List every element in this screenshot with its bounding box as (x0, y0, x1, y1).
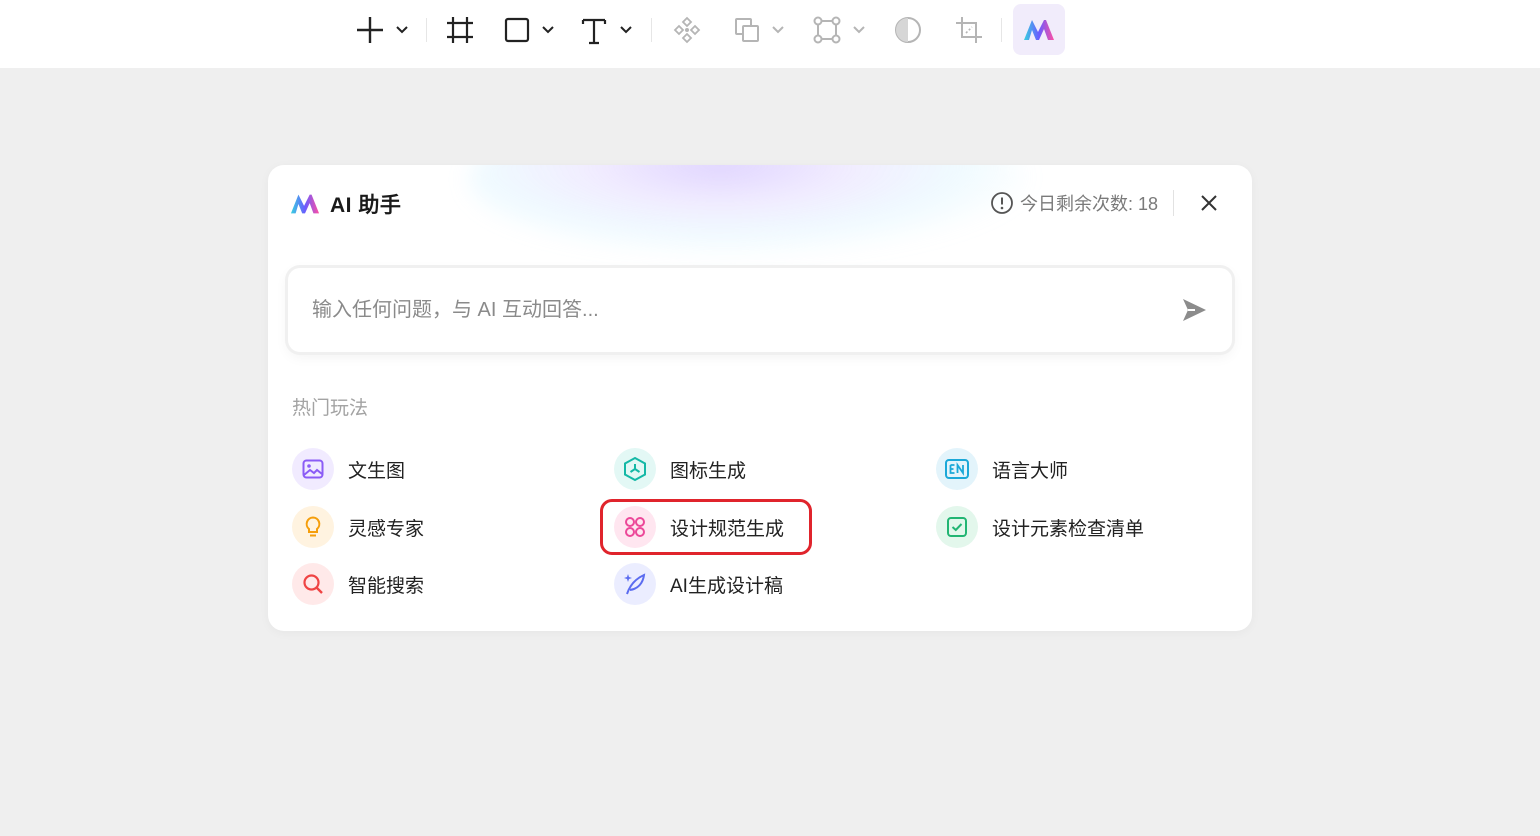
header-glow-decoration (468, 165, 1028, 255)
text-icon (581, 18, 632, 45)
plus-icon (357, 17, 408, 43)
quota-text: 今日剩余次数: 18 (1019, 194, 1158, 214)
frame-icon (447, 17, 473, 43)
panel-header: AI 助手 (290, 189, 401, 219)
feature-label: 语言大师 (992, 460, 1069, 482)
ai-assistant-button[interactable] (1013, 4, 1065, 55)
feature-icon-bg (614, 506, 656, 548)
panel-title: AI 助手 (330, 194, 402, 217)
vector-tool-button[interactable] (812, 8, 870, 52)
add-tool-button[interactable] (352, 8, 414, 52)
send-button[interactable] (1174, 290, 1214, 330)
feature-label: 智能搜索 (348, 575, 425, 597)
component-tool-button[interactable] (670, 8, 704, 52)
feature-icon-bg (936, 506, 978, 548)
close-button[interactable] (1196, 190, 1222, 216)
shape-tool-button[interactable] (502, 8, 560, 52)
feature-label: 灵感专家 (348, 518, 425, 540)
feature-icon-bg (614, 563, 656, 605)
feature-design-spec-generation[interactable]: 设计规范生成 (614, 506, 784, 548)
feature-icon-bg (292, 563, 334, 605)
feature-ai-design-draft[interactable]: AI生成设计稿 (614, 563, 783, 605)
hexagon-icon (624, 456, 646, 482)
crop-icon (956, 17, 982, 43)
daily-quota: 今日剩余次数: 18 (990, 189, 1158, 217)
frame-tool-button[interactable] (444, 8, 476, 52)
feature-label: 设计元素检查清单 (992, 518, 1145, 540)
feature-inspiration-expert[interactable]: 灵感专家 (292, 506, 424, 548)
text-tool-button[interactable] (578, 8, 638, 52)
toolbar-divider (1001, 18, 1002, 42)
feature-smart-search[interactable]: 智能搜索 (292, 563, 424, 605)
feature-label: 图标生成 (670, 460, 747, 482)
lightbulb-icon (305, 516, 321, 537)
checkbox-icon (947, 517, 967, 537)
feature-label: AI生成设计稿 (670, 575, 783, 597)
header-divider (1173, 190, 1174, 216)
feature-icon-bg (936, 448, 978, 490)
send-icon (1183, 299, 1206, 321)
component-icon (673, 16, 701, 44)
vector-icon (813, 16, 865, 44)
feature-icon-generation[interactable]: 图标生成 (614, 448, 746, 490)
feature-language-master[interactable]: 语言大师 (936, 448, 1068, 490)
crop-tool-button[interactable] (953, 8, 985, 52)
toolbar-divider (426, 18, 427, 42)
ai-logo-icon (290, 194, 320, 214)
boolean-icon (735, 18, 784, 42)
feature-design-checklist[interactable]: 设计元素检查清单 (936, 506, 1144, 548)
en-icon (945, 459, 969, 479)
contrast-icon (895, 17, 921, 43)
grid-circles-icon (625, 517, 645, 537)
mask-tool-button[interactable] (891, 8, 925, 52)
section-label: 热门玩法 (292, 398, 369, 419)
info-icon (991, 192, 1013, 214)
feature-label: 文生图 (348, 460, 406, 482)
prompt-box (288, 268, 1232, 352)
feature-label: 设计规范生成 (670, 518, 785, 540)
prompt-input[interactable] (288, 268, 1174, 352)
quill-icon (624, 573, 646, 595)
rectangle-icon (504, 17, 554, 43)
feature-icon-bg (292, 506, 334, 548)
feature-icon-bg (614, 448, 656, 490)
toolbar-divider (651, 18, 652, 42)
ai-assistant-panel: AI 助手 今日剩余次数: 18 热门玩法 (268, 165, 1252, 631)
image-icon (302, 459, 324, 479)
feature-icon-bg (292, 448, 334, 490)
boolean-tool-button[interactable] (732, 8, 790, 52)
top-toolbar (0, 0, 1540, 68)
close-icon (1201, 195, 1217, 211)
feature-text-to-image[interactable]: 文生图 (292, 448, 405, 490)
ai-logo-icon (1024, 19, 1054, 40)
search-icon (303, 574, 323, 594)
